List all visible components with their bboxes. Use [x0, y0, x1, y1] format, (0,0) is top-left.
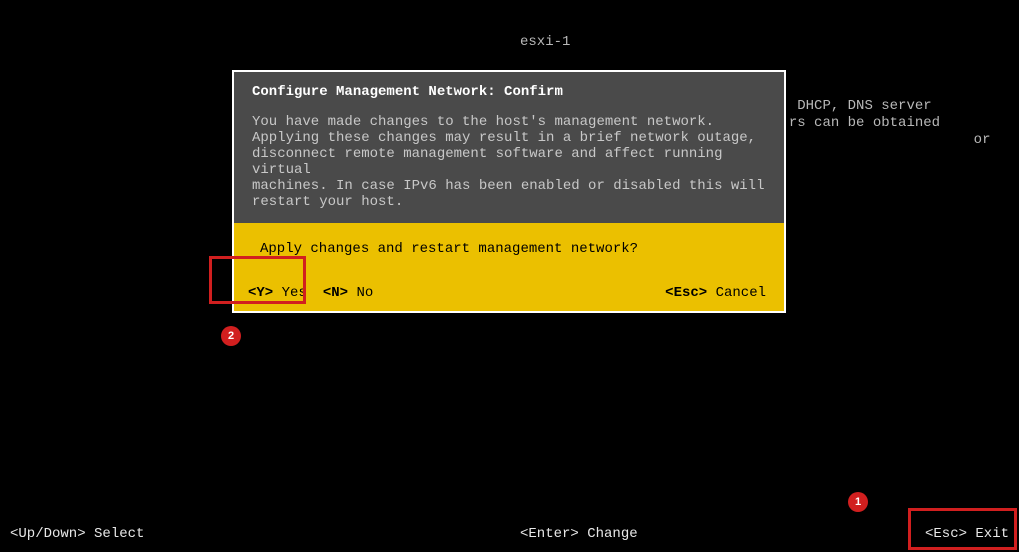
cancel-button[interactable]: <Esc> Cancel: [665, 285, 766, 301]
no-button[interactable]: <N> No: [323, 285, 373, 301]
footer-hint-change: <Enter> Change: [520, 526, 638, 542]
footer-hint-exit[interactable]: <Esc> Exit: [925, 526, 1009, 542]
dialog-actions: <Y> Yes <N> No <Esc> Cancel: [234, 275, 784, 311]
question-text: Apply changes and restart management net…: [260, 241, 638, 257]
cancel-label: Cancel: [707, 285, 766, 301]
confirm-dialog: Configure Management Network: Confirm Yo…: [232, 70, 786, 313]
dialog-body: You have made changes to the host's mana…: [252, 114, 766, 211]
no-key: <N>: [323, 285, 348, 301]
yes-key: <Y>: [248, 285, 273, 301]
dialog-question: Apply changes and restart management net…: [234, 223, 784, 275]
footer-bar: <Up/Down> Select <Enter> Change <Esc> Ex…: [0, 526, 1019, 542]
cancel-key: <Esc>: [665, 285, 707, 301]
annotation-callout-1: 1: [848, 492, 868, 512]
yes-button[interactable]: <Y> Yes: [248, 285, 307, 301]
yes-label: Yes: [273, 285, 307, 301]
dialog-title: Configure Management Network: Confirm: [252, 84, 766, 100]
no-label: No: [348, 285, 373, 301]
hostname-text: esxi-1: [520, 34, 999, 51]
dialog-header: Configure Management Network: Confirm Yo…: [234, 72, 784, 223]
footer-hint-select: <Up/Down> Select: [10, 526, 144, 542]
annotation-callout-2: 2: [221, 326, 241, 346]
